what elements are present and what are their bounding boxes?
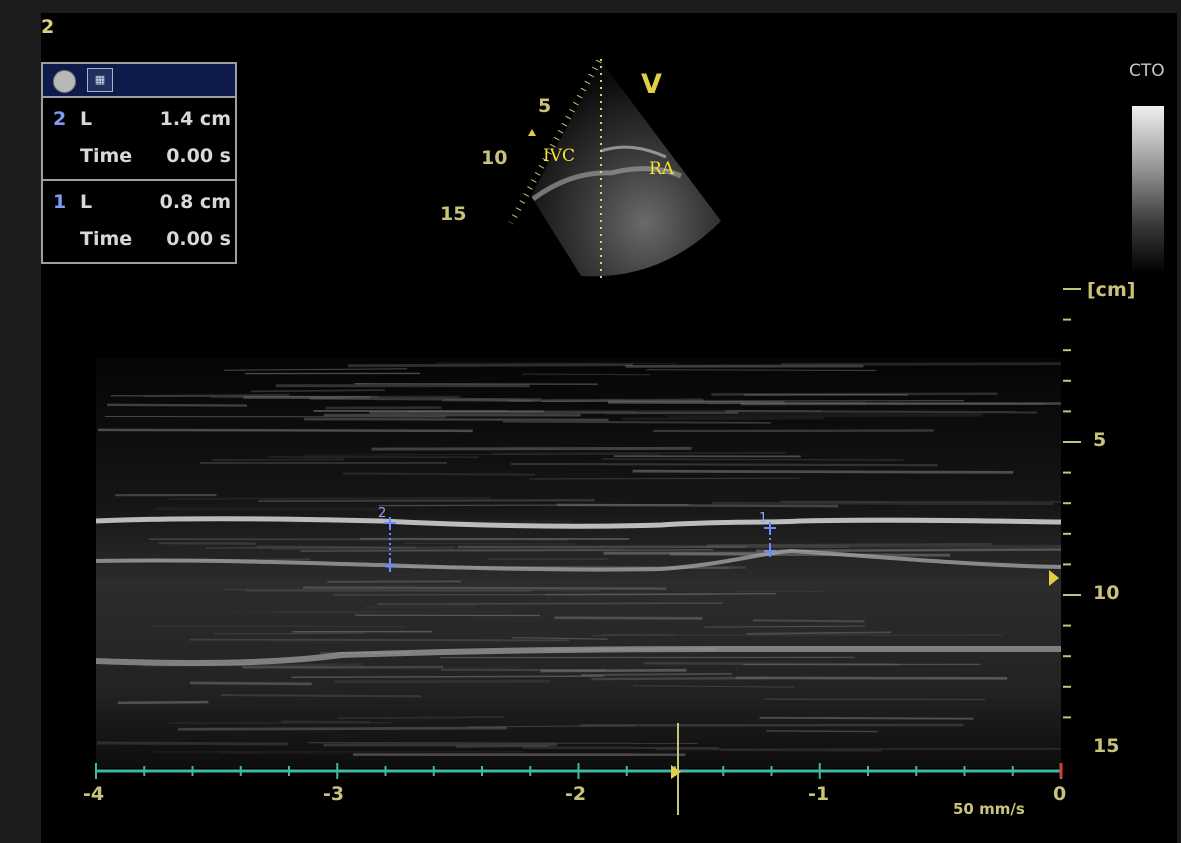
speckle-streak [622, 416, 825, 421]
speckle-streak [281, 720, 370, 724]
speckle-streak [325, 406, 442, 410]
speckle-streak [347, 363, 633, 368]
speckle-streak [189, 638, 570, 642]
speckle-streak [669, 552, 951, 557]
speckle-streak [529, 477, 801, 480]
speckle-streak [98, 428, 473, 433]
speckle-streak [780, 362, 1062, 366]
speckle-streak [107, 403, 247, 407]
speckle-streak [159, 542, 256, 545]
speckle-streak [753, 619, 865, 623]
depth-axis [1063, 288, 1081, 719]
speckle-streak [334, 593, 716, 596]
speckle-streak [667, 414, 982, 418]
speckle-streak [544, 660, 819, 663]
speckle-streak [308, 742, 698, 744]
speckle-streak [646, 369, 877, 372]
time-label: -4 [83, 783, 105, 805]
speckle-streak [334, 679, 551, 684]
speckle-streak [403, 542, 576, 545]
speckle-streak [189, 681, 312, 686]
speckle-streak [220, 694, 422, 698]
speckle-streak [491, 451, 786, 455]
speckle-streak [759, 716, 974, 720]
time-label: 0 [1053, 783, 1067, 805]
speckle-streak [214, 632, 365, 635]
ultrasound-screen: 2 ▦ 2 L 1.4 cm Time 0.00 s 1 L 0.8 cm Ti… [41, 13, 1177, 843]
speckle-streak [117, 700, 209, 705]
speckle-streak [371, 446, 692, 451]
speckle-streak [97, 741, 288, 746]
sweep-speed: 50 mm/s [953, 800, 1025, 818]
speckle-streak [342, 472, 536, 476]
speckle-streak [342, 396, 452, 400]
depth-label: 10 [1093, 582, 1120, 604]
speckle-streak [554, 616, 703, 620]
speckle-streak [522, 373, 651, 376]
speckle-streak [212, 458, 345, 462]
speckle-streak [632, 469, 1014, 474]
speckle-streak [303, 417, 609, 422]
speckle-streak [540, 668, 687, 673]
speckle-streak [502, 420, 771, 424]
time-label: -2 [565, 783, 587, 805]
depth-label: 15 [1093, 735, 1120, 757]
caliper-label: 1 [759, 511, 768, 526]
speckle-streak [591, 676, 769, 681]
depth-label: 5 [1093, 429, 1107, 451]
speckle-streak [721, 749, 882, 752]
speckle-streak [510, 462, 938, 467]
speckle-streak [655, 747, 1061, 751]
speckle-streak [258, 499, 595, 503]
depth-unit-label: [cm] [1087, 279, 1136, 301]
speckle-streak [178, 726, 507, 731]
speckle-streak [110, 640, 502, 643]
speckle-streak [256, 545, 417, 549]
speckle-streak [149, 625, 405, 628]
speckle-streak [725, 409, 1037, 414]
speckle-streak [224, 588, 599, 592]
speckle-streak [745, 544, 1057, 548]
speckle-streak [581, 672, 732, 676]
time-label: -1 [808, 783, 830, 805]
speckle-streak [378, 504, 689, 507]
speckle-streak [766, 730, 879, 733]
speckle-streak [302, 586, 667, 590]
caliper-label: 2 [378, 506, 387, 521]
speckle-streak [712, 501, 1054, 506]
time-label: -3 [323, 783, 345, 805]
mmode-display [95, 288, 1081, 815]
